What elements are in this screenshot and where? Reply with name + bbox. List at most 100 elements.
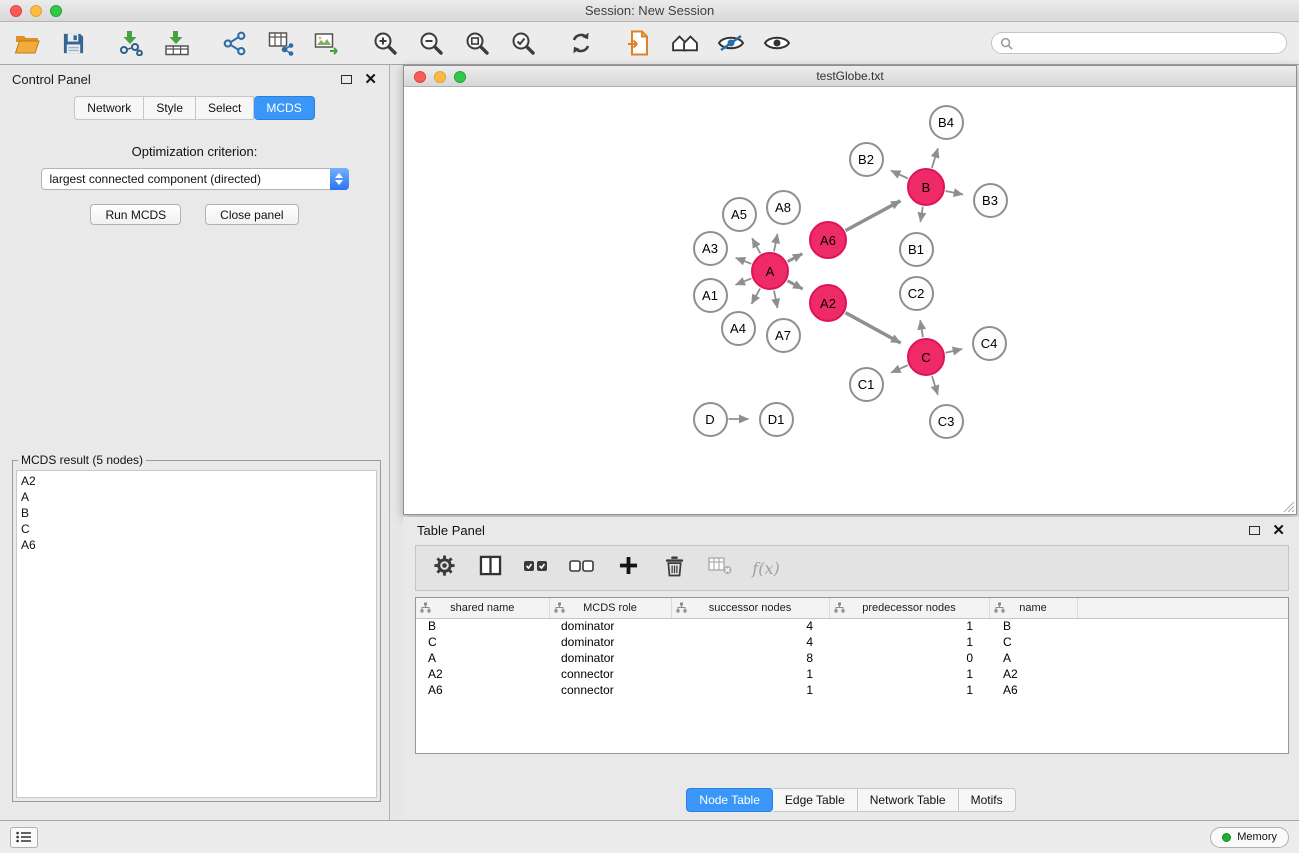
zoom-out-button[interactable] [416,27,446,59]
graph-edge-A-A2[interactable] [788,281,803,289]
open-document-button[interactable] [624,27,654,59]
show-columns-button[interactable] [472,550,508,586]
graph-edge-C-C4[interactable] [946,349,963,353]
panel-menu-button[interactable] [10,827,38,848]
graph-edge-A-A6[interactable] [788,254,803,262]
resize-handle[interactable] [1283,501,1295,513]
zoom-selected-button[interactable] [508,27,538,59]
graph-node-B4[interactable]: B4 [929,105,964,140]
table-row-a[interactable]: Adominator80A [416,650,1288,666]
graph-node-A3[interactable]: A3 [693,231,728,266]
graph-node-A2[interactable]: A2 [809,284,847,322]
graph-node-C3[interactable]: C3 [929,404,964,439]
tab-node-table[interactable]: Node Table [686,788,773,812]
network-close-button[interactable] [414,71,426,83]
graph-node-B3[interactable]: B3 [973,183,1008,218]
network-minimize-button[interactable] [434,71,446,83]
export-table-button[interactable] [266,27,296,59]
close-window-button[interactable] [10,5,22,17]
graph-edge-A-A5[interactable] [752,238,760,253]
result-item-a6[interactable]: A6 [21,537,372,553]
new-network-button[interactable] [220,27,250,59]
graph-node-A7[interactable]: A7 [766,318,801,353]
graph-edge-A-A3[interactable] [736,258,752,264]
graph-node-C4[interactable]: C4 [972,326,1007,361]
create-column-button[interactable] [610,550,646,586]
result-item-b[interactable]: B [21,505,372,521]
graph-edge-A-A8[interactable] [774,234,778,252]
graph-edge-A-A7[interactable] [774,291,778,309]
column-header-predecessor-nodes[interactable]: predecessor nodes [829,598,989,618]
column-header-name[interactable]: name [989,598,1077,618]
network-canvas[interactable]: B4B2BB3A5A8A6A3B1AC2A1A2A4A7C4CC1DD1C3 [404,88,1296,514]
graph-node-B1[interactable]: B1 [899,232,934,267]
tab-mcds[interactable]: MCDS [254,96,314,120]
result-item-a[interactable]: A [21,489,372,505]
export-image-button[interactable] [312,27,342,59]
table-row-a6[interactable]: A6connector11A6 [416,682,1288,698]
graph-edge-A-A1[interactable] [736,278,752,284]
mcds-result-list[interactable]: A2ABCA6 [16,470,377,798]
graph-node-B2[interactable]: B2 [849,142,884,177]
graph-edge-B-B3[interactable] [946,191,964,195]
column-header-shared-name[interactable]: shared name [416,598,549,618]
home-button[interactable] [670,27,700,59]
tab-network-table[interactable]: Network Table [858,788,959,812]
graph-node-A[interactable]: A [751,252,789,290]
graph-node-C2[interactable]: C2 [899,276,934,311]
optimization-criterion-dropdown[interactable]: largest connected component (directed) [41,168,349,190]
result-item-c[interactable]: C [21,521,372,537]
close-panel-icon[interactable]: ✕ [364,72,377,87]
result-item-a2[interactable]: A2 [21,473,372,489]
search-box[interactable] [991,32,1287,54]
graph-node-A4[interactable]: A4 [721,311,756,346]
delete-columns-button[interactable] [656,550,692,586]
graph-node-C[interactable]: C [907,338,945,376]
table-row-c[interactable]: Cdominator41C [416,634,1288,650]
float-panel-icon[interactable] [341,75,352,84]
graph-node-D1[interactable]: D1 [759,402,794,437]
show-hide-button[interactable] [762,27,792,59]
tab-select[interactable]: Select [196,96,254,120]
run-mcds-button[interactable]: Run MCDS [90,204,181,225]
graph-edge-A6-B[interactable] [846,201,901,231]
column-header-successor-nodes[interactable]: successor nodes [671,598,829,618]
import-network-from-file-button[interactable] [116,27,146,59]
close-table-panel-icon[interactable]: ✕ [1272,523,1285,538]
graph-edge-C-C2[interactable] [920,320,923,337]
tab-network[interactable]: Network [74,96,144,120]
zoom-fit-button[interactable] [462,27,492,59]
graph-node-B[interactable]: B [907,168,945,206]
float-table-panel-icon[interactable] [1249,526,1260,535]
table-row-a2[interactable]: A2connector11A2 [416,666,1288,682]
close-panel-button[interactable]: Close panel [205,204,298,225]
graph-edge-A-A4[interactable] [752,288,761,304]
graph-node-A5[interactable]: A5 [722,197,757,232]
table-settings-button[interactable] [426,550,462,586]
birdseye-view-button[interactable] [716,27,746,59]
column-header-mcds-role[interactable]: MCDS role [549,598,671,618]
memory-button[interactable]: Memory [1210,827,1289,848]
graph-node-C1[interactable]: C1 [849,367,884,402]
import-table-from-file-button[interactable] [162,27,192,59]
graph-edge-B-B4[interactable] [932,148,938,168]
graph-node-A6[interactable]: A6 [809,221,847,259]
unselect-all-columns-button[interactable] [564,550,600,586]
save-session-button[interactable] [58,27,88,59]
graph-edge-A2-C[interactable] [846,313,901,343]
open-session-button[interactable] [12,27,42,59]
graph-edge-C-C1[interactable] [891,365,908,373]
maximize-window-button[interactable] [50,5,62,17]
table-row-b[interactable]: Bdominator41B [416,618,1288,634]
graph-edge-C-C3[interactable] [932,376,938,395]
graph-edge-B-B2[interactable] [891,171,908,179]
graph-edge-B-B1[interactable] [920,207,922,222]
zoom-in-button[interactable] [370,27,400,59]
network-maximize-button[interactable] [454,71,466,83]
graph-node-A1[interactable]: A1 [693,278,728,313]
tab-style[interactable]: Style [144,96,196,120]
minimize-window-button[interactable] [30,5,42,17]
network-window-titlebar[interactable]: testGlobe.txt [404,66,1296,87]
apply-layout-button[interactable] [566,27,596,59]
tab-motifs[interactable]: Motifs [959,788,1016,812]
